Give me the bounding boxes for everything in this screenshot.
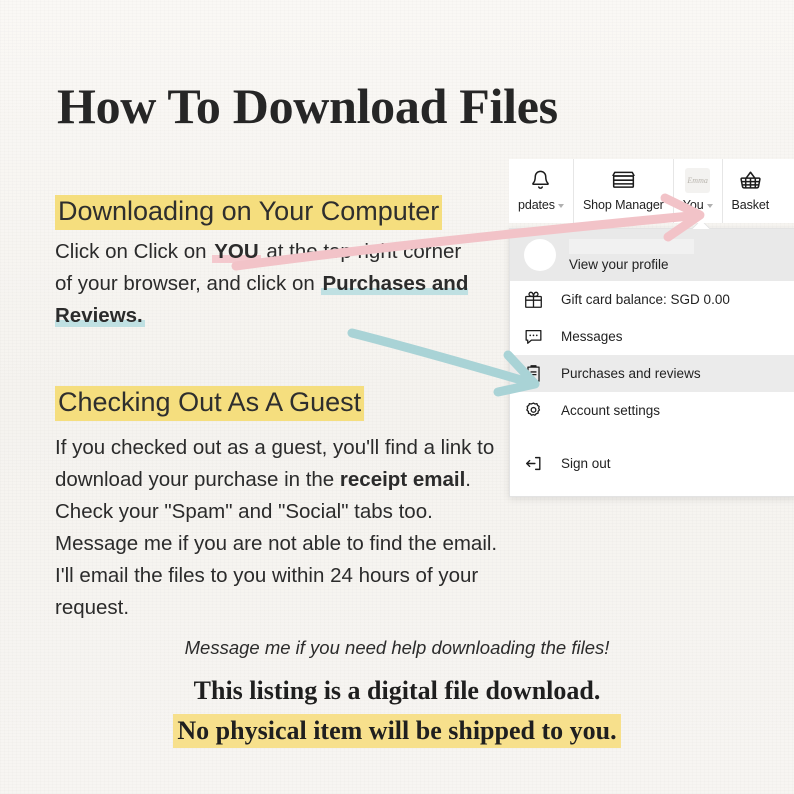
footer-line2-text: No physical item will be shipped to you. <box>173 714 621 748</box>
basket-icon <box>739 167 762 193</box>
nav-label-shop-manager: Shop Manager <box>582 198 664 212</box>
infographic-stage: How To Download Files Downloading on You… <box>0 0 794 794</box>
nav-item-updates[interactable]: pdates <box>509 159 573 223</box>
dropdown-divider-gap <box>510 429 794 445</box>
dropdown-item-view-your-profile[interactable]: View your profile <box>510 229 794 281</box>
body-text-pre: Click on Click on <box>55 240 213 263</box>
dropdown-item-account-settings[interactable]: Account settings <box>510 392 794 429</box>
redacted-username-bar <box>569 238 694 254</box>
dropdown-label-view-your-profile: View your profile <box>569 256 669 272</box>
dropdown-label-sign-out: Sign out <box>561 456 611 471</box>
nav-label-you-text: You <box>682 198 704 212</box>
guest-text-receipt-email-emphasis: receipt email <box>339 468 466 491</box>
nav-label-updates: pdates <box>518 198 564 212</box>
avatar: Emma <box>685 167 711 193</box>
avatar <box>524 239 556 271</box>
footer-line-digital-file: This listing is a digital file download. <box>0 676 794 706</box>
dropdown-item-purchases-and-reviews[interactable]: Purchases and reviews <box>510 355 794 392</box>
dropdown-item-messages[interactable]: Messages <box>510 318 794 355</box>
dropdown-label-messages: Messages <box>561 329 623 344</box>
dropdown-label-gift-card-balance: Gift card balance: SGD 0.00 <box>561 292 730 307</box>
section-body-downloading-on-your-computer: Click on Click on YOU at the top right c… <box>55 236 475 332</box>
sign-out-icon <box>524 454 550 473</box>
dropdown-label-account-settings: Account settings <box>561 403 661 418</box>
body-text-you-emphasis: YOU <box>212 240 261 263</box>
dropdown-item-gift-card-balance[interactable]: Gift card balance: SGD 0.00 <box>510 281 794 318</box>
etsy-you-dropdown-menu: View your profile Gift card balance: SGD… <box>509 228 794 497</box>
footer-line-no-physical-item: No physical item will be shipped to you. <box>0 714 794 748</box>
gear-icon <box>524 401 550 420</box>
avatar-icon: Emma <box>685 167 711 193</box>
chevron-down-icon <box>557 203 564 208</box>
storefront-icon <box>611 167 636 193</box>
nav-label-basket: Basket <box>731 198 770 212</box>
nav-item-basket[interactable]: Basket <box>721 159 779 223</box>
nav-label-updates-text: pdates <box>518 198 555 212</box>
bell-icon <box>530 167 551 193</box>
section-body-checking-out-as-a-guest: If you checked out as a guest, you'll fi… <box>55 432 510 624</box>
nav-item-you[interactable]: Emma You <box>672 159 722 223</box>
nav-label-you: You <box>683 198 713 212</box>
teal-arrow <box>347 328 540 397</box>
footer-italic-note: Message me if you need help downloading … <box>184 637 610 658</box>
page-title: How To Download Files <box>57 78 558 134</box>
clipboard-icon <box>524 364 550 383</box>
nav-item-shop-manager[interactable]: Shop Manager <box>572 159 673 223</box>
dropdown-profile-text: View your profile <box>569 238 694 272</box>
footer-line1-text: This listing is a digital file download. <box>193 676 601 705</box>
dropdown-item-sign-out[interactable]: Sign out <box>510 445 794 482</box>
section-heading-checking-out-as-a-guest: Checking Out As A Guest <box>55 386 365 421</box>
section-heading-downloading-on-your-computer: Downloading on Your Computer <box>55 195 443 230</box>
chevron-down-icon <box>706 203 713 208</box>
dropdown-label-purchases-and-reviews: Purchases and reviews <box>561 366 701 381</box>
etsy-nav-bar: pdates Shop Manager Emma You Basket <box>509 159 794 223</box>
gift-icon <box>524 290 550 309</box>
message-icon <box>524 327 550 346</box>
